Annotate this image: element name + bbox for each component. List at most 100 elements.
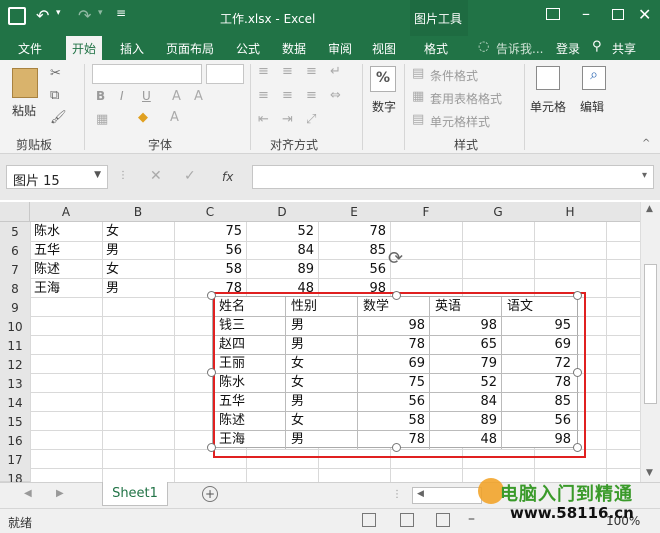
prev-sheet-icon[interactable]: ◀ [24, 488, 32, 499]
tab-review[interactable]: 审阅 [328, 40, 352, 57]
minimize-icon[interactable]: – [582, 4, 590, 23]
paste-button[interactable]: 粘贴 [12, 102, 36, 119]
tab-data[interactable]: 数据 [282, 40, 306, 57]
zoom-out-icon[interactable]: – [468, 511, 475, 527]
cell-d6[interactable]: 84 [246, 241, 314, 261]
collapse-ribbon-icon[interactable]: ^ [642, 138, 650, 149]
formula-input[interactable]: ▾ [252, 165, 654, 189]
increase-indent-icon[interactable]: ⇥ [282, 112, 293, 127]
resize-handle[interactable] [573, 443, 582, 452]
resize-handle[interactable] [392, 291, 401, 300]
row-header-17[interactable]: 17 [0, 450, 30, 470]
resize-handle[interactable] [573, 291, 582, 300]
font-size-select[interactable] [206, 64, 244, 84]
scroll-up-icon[interactable]: ▲ [646, 204, 653, 214]
align-center-icon[interactable]: ≡ [282, 88, 293, 103]
column-header-d[interactable]: D [246, 205, 318, 219]
confirm-icon[interactable]: ✓ [184, 168, 196, 184]
font-increase-icon[interactable]: A [172, 89, 181, 104]
resize-handle[interactable] [392, 443, 401, 452]
cancel-icon[interactable]: ✕ [150, 168, 162, 184]
column-header-e[interactable]: E [318, 205, 390, 219]
cells-icon[interactable] [536, 66, 560, 90]
add-sheet-button[interactable]: + [202, 486, 218, 502]
close-icon[interactable]: ✕ [638, 5, 651, 24]
maximize-icon[interactable] [612, 9, 624, 20]
row-header-10[interactable]: 10 [0, 317, 30, 337]
row-header-12[interactable]: 12 [0, 355, 30, 375]
resize-handle[interactable] [573, 368, 582, 377]
select-all-corner[interactable] [0, 202, 30, 222]
cell-c6[interactable]: 56 [174, 241, 242, 261]
row-header-15[interactable]: 15 [0, 412, 30, 432]
find-icon[interactable]: ⌕ [582, 66, 606, 90]
cell-b6[interactable]: 男 [106, 241, 119, 261]
orientation-icon[interactable]: ⤢ [306, 112, 316, 127]
redo-dropdown-icon[interactable]: ▾ [98, 8, 103, 18]
expand-formula-bar-icon[interactable]: ▾ [642, 170, 647, 181]
cell-a8[interactable]: 王海 [34, 279, 60, 299]
resize-handle[interactable] [207, 443, 216, 452]
normal-view-icon[interactable] [362, 513, 376, 527]
redo-icon[interactable]: ↷ [78, 6, 91, 25]
row-header-5[interactable]: 5 [0, 222, 30, 242]
sign-in-link[interactable]: 登录 [556, 40, 580, 57]
tab-page-layout[interactable]: 页面布局 [166, 40, 214, 57]
column-header-c[interactable]: C [174, 205, 246, 219]
scroll-left-icon[interactable]: ◀ [417, 489, 424, 499]
row-header-13[interactable]: 13 [0, 374, 30, 394]
bottom-align-icon[interactable]: ≡ [306, 64, 317, 79]
cell-a5[interactable]: 陈水 [34, 222, 60, 242]
column-header-f[interactable]: F [390, 205, 462, 219]
cell-d7[interactable]: 89 [246, 260, 314, 280]
align-left-icon[interactable]: ≡ [258, 88, 269, 103]
border-icon[interactable]: ▦ [96, 112, 108, 127]
cell-d5[interactable]: 52 [246, 222, 314, 242]
tab-home[interactable]: 开始 [66, 36, 103, 60]
cell-b7[interactable]: 女 [106, 260, 119, 280]
ribbon-display-options-icon[interactable] [546, 8, 560, 20]
merge-icon[interactable]: ⇔ [330, 88, 341, 103]
next-sheet-icon[interactable]: ▶ [56, 488, 64, 499]
row-header-11[interactable]: 11 [0, 336, 30, 356]
table-format-button[interactable]: 套用表格格式 [430, 90, 502, 107]
decrease-indent-icon[interactable]: ⇤ [258, 112, 269, 127]
row-header-14[interactable]: 14 [0, 393, 30, 413]
font-color-icon[interactable]: A [170, 110, 179, 125]
tab-view[interactable]: 视图 [372, 40, 396, 57]
font-decrease-icon[interactable]: A [194, 89, 203, 104]
fill-color-icon[interactable]: ◆ [138, 110, 148, 125]
scroll-thumb[interactable] [644, 264, 657, 404]
row-header-16[interactable]: 16 [0, 431, 30, 451]
chevron-down-icon[interactable]: ▼ [94, 170, 101, 180]
name-box[interactable]: 图片 15 ▼ [6, 165, 108, 189]
save-icon[interactable] [8, 7, 26, 25]
rotate-handle-icon[interactable]: ⟳ [388, 248, 403, 269]
align-right-icon[interactable]: ≡ [306, 88, 317, 103]
undo-dropdown-icon[interactable]: ▾ [56, 8, 61, 18]
editing-button[interactable]: 编辑 [580, 98, 604, 115]
tab-format[interactable]: 格式 [424, 40, 448, 57]
italic-button[interactable]: I [120, 89, 124, 103]
lightbulb-icon[interactable]: ◌ [478, 39, 489, 54]
row-header-9[interactable]: 9 [0, 298, 30, 318]
cell-style-icon[interactable]: ▤ [412, 112, 424, 127]
wrap-text-icon[interactable]: ↵ [330, 64, 341, 79]
customize-quick-access-icon[interactable]: ≡ [116, 6, 126, 20]
resize-handle[interactable] [207, 368, 216, 377]
paste-icon[interactable] [12, 68, 38, 98]
copy-icon[interactable]: ⧉ [50, 88, 59, 103]
share-button[interactable]: 共享 [612, 40, 636, 57]
tab-formulas[interactable]: 公式 [236, 40, 260, 57]
row-header-7[interactable]: 7 [0, 260, 30, 280]
table-format-icon[interactable]: ▦ [412, 89, 424, 104]
undo-icon[interactable]: ↶ [36, 6, 49, 25]
tell-me-search[interactable]: 告诉我... [496, 40, 543, 57]
cell-a6[interactable]: 五华 [34, 241, 60, 261]
resize-handle[interactable] [207, 291, 216, 300]
sheet-tab-sheet1[interactable]: Sheet1 [102, 482, 168, 506]
bold-button[interactable]: B [96, 89, 105, 103]
row-header-6[interactable]: 6 [0, 241, 30, 261]
horizontal-scrollbar[interactable]: ◀ [412, 487, 482, 504]
cut-icon[interactable]: ✂ [50, 66, 61, 81]
